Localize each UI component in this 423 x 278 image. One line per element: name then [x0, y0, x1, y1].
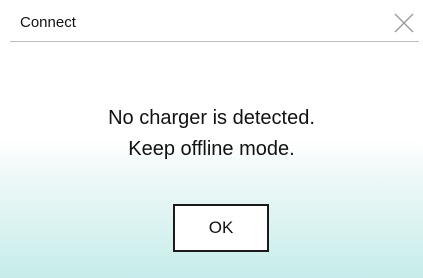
title-bar: Connect	[0, 0, 423, 41]
message-line-2: Keep offline mode.	[128, 138, 295, 160]
close-icon	[394, 13, 414, 33]
dialog-message: No charger is detected. Keep offline mod…	[0, 103, 423, 165]
close-button[interactable]	[393, 12, 415, 34]
ok-button[interactable]: OK	[173, 204, 269, 252]
connect-dialog: Connect No charger is detected. Keep off…	[0, 0, 423, 278]
message-line-1: No charger is detected.	[108, 107, 315, 129]
title-divider	[10, 41, 419, 42]
dialog-title: Connect	[20, 14, 76, 31]
